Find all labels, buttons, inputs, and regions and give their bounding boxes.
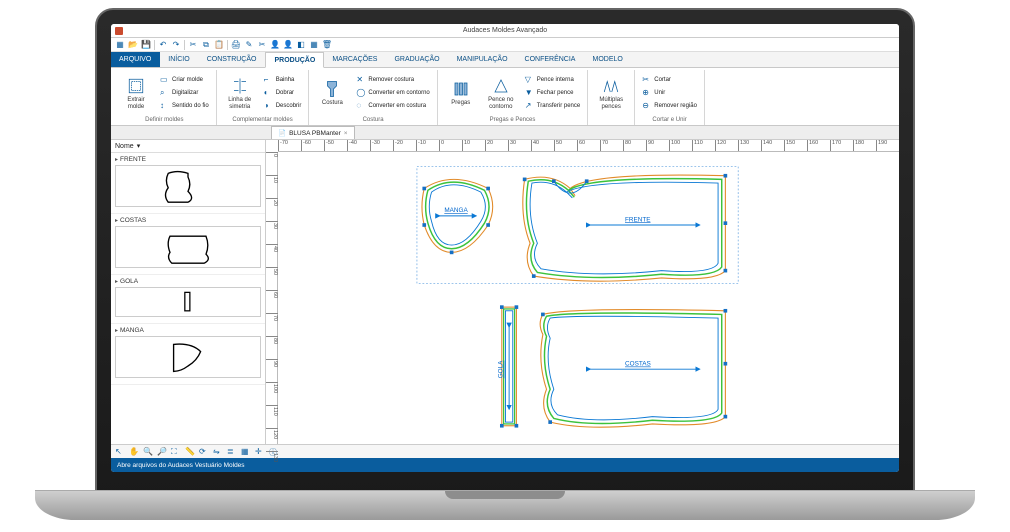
- svg-text:FRENTE: FRENTE: [625, 216, 651, 223]
- unir-button[interactable]: ⊕Unir: [640, 87, 699, 99]
- svg-text:GOLA: GOLA: [498, 360, 505, 378]
- status-text: Abre arquivos do Audaces Vestuário Molde…: [117, 462, 245, 469]
- undo-icon[interactable]: ↶: [158, 40, 168, 50]
- thumb-frente[interactable]: FRENTE: [111, 153, 265, 214]
- ruler-vertical: 0102030405060708090100110120130: [266, 152, 278, 444]
- tool2-icon[interactable]: ✂: [257, 40, 267, 50]
- tab-producao[interactable]: PRODUÇÃO: [265, 52, 324, 68]
- zoom-in-icon[interactable]: 🔍: [143, 447, 153, 457]
- tab-modelo[interactable]: MODELO: [584, 52, 631, 67]
- cortar-button[interactable]: ✂Cortar: [640, 74, 699, 86]
- pence-contorno-button[interactable]: Pence no contorno: [483, 70, 519, 116]
- chevron-down-icon: ▾: [137, 142, 141, 150]
- tab-inicio[interactable]: INÍCIO: [160, 52, 198, 67]
- tab-graduacao[interactable]: GRADUAÇÃO: [386, 52, 448, 67]
- cut-icon[interactable]: ✂: [188, 40, 198, 50]
- multi-dart-icon: [602, 76, 620, 96]
- window-title: Audaces Moldes Avançado: [463, 27, 547, 34]
- remover-regiao-button[interactable]: ⊖Remover região: [640, 100, 699, 112]
- measure-icon[interactable]: 📏: [185, 447, 195, 457]
- svg-text:MANGA: MANGA: [444, 207, 468, 214]
- sentido-fio-button[interactable]: ↕Sentido do fio: [158, 100, 211, 112]
- paste-icon[interactable]: 📋: [214, 40, 224, 50]
- snap-icon[interactable]: ✛: [255, 447, 265, 457]
- copy-icon[interactable]: ⧉: [201, 40, 211, 50]
- side-panel-header[interactable]: Nome▾: [111, 140, 265, 153]
- laptop-base: [35, 490, 975, 520]
- zoom-out-icon[interactable]: 🔎: [157, 447, 167, 457]
- svg-text:COSTAS: COSTAS: [625, 361, 651, 368]
- seam-icon: [323, 79, 341, 99]
- extrair-molde-button[interactable]: Extrair molde: [118, 70, 154, 116]
- delete-icon[interactable]: 🗑: [322, 40, 332, 50]
- print-icon[interactable]: 🖨: [231, 40, 241, 50]
- transferir-pence-button[interactable]: ↗Transferir pence: [523, 100, 582, 112]
- fechar-pence-button[interactable]: ▼Fechar pence: [523, 87, 582, 99]
- piece-frente[interactable]: FRENTE: [523, 174, 727, 281]
- status-bar: Abre arquivos do Audaces Vestuário Molde…: [111, 458, 899, 472]
- document-tabs: 📄 BLUSA PBManter ×: [111, 126, 899, 140]
- app-icon: [115, 27, 123, 35]
- piece-gola[interactable]: GOLA: [498, 305, 519, 427]
- piece-manga[interactable]: MANGA: [422, 179, 493, 254]
- descobrir-button[interactable]: ◑Descobrir: [262, 100, 304, 112]
- mirror-icon[interactable]: ⇋: [213, 447, 223, 457]
- ribbon-tabs: ARQUIVO INÍCIO CONSTRUÇÃO PRODUÇÃO MARCA…: [111, 52, 899, 68]
- costura-button[interactable]: Costura: [314, 70, 350, 116]
- fit-icon[interactable]: ⛶: [171, 447, 181, 457]
- converter-costura-button[interactable]: ◌Converter em costura: [354, 100, 431, 112]
- bottom-toolbar: ↖ ✋ 🔍 🔎 ⛶ 📏 ⟳ ⇋ ≣ ▦ ✛ ⓘ: [111, 444, 899, 458]
- pleats-icon: [452, 79, 470, 99]
- open-icon[interactable]: 📂: [128, 40, 138, 50]
- thumb-costas[interactable]: COSTAS: [111, 214, 265, 275]
- pence-interna-button[interactable]: ▽Pence interna: [523, 74, 582, 86]
- thumb-manga[interactable]: MANGA: [111, 324, 265, 385]
- bainha-button[interactable]: ⌐Bainha: [262, 74, 304, 86]
- tab-manipulacao[interactable]: MANIPULAÇÃO: [449, 52, 517, 67]
- person2-icon[interactable]: 👤: [283, 40, 293, 50]
- side-panel: Nome▾ FRENTE COSTAS GOLA MANGA: [111, 140, 266, 444]
- piece-costas[interactable]: COSTAS: [540, 309, 727, 427]
- tab-file[interactable]: ARQUIVO: [111, 52, 160, 67]
- quick-access-toolbar: ▦ 📂 💾 ↶ ↷ ✂ ⧉ 📋 🖨 ✎ ✂ 👤 👤 ◧ ▦ 🗑: [111, 38, 899, 52]
- grid-icon[interactable]: ▦: [309, 40, 319, 50]
- tab-conferencia[interactable]: CONFERÊNCIA: [517, 52, 585, 67]
- thumb-gola[interactable]: GOLA: [111, 275, 265, 324]
- converter-contorno-button[interactable]: ◯Converter em contorno: [354, 87, 431, 99]
- pregas-button[interactable]: Pregas: [443, 70, 479, 116]
- rotate-icon[interactable]: ⟳: [199, 447, 209, 457]
- dobrar-button[interactable]: ◐Dobrar: [262, 87, 304, 99]
- grid-icon[interactable]: ▦: [241, 447, 251, 457]
- close-icon[interactable]: ×: [344, 130, 348, 137]
- dart-icon: [492, 76, 510, 96]
- save-icon[interactable]: 💾: [141, 40, 151, 50]
- multiplas-pences-button[interactable]: Múltiplas pences: [593, 70, 629, 116]
- item-icon[interactable]: ◧: [296, 40, 306, 50]
- tab-construcao[interactable]: CONSTRUÇÃO: [199, 52, 266, 67]
- canvas[interactable]: MANGA: [278, 152, 899, 444]
- person-icon[interactable]: 👤: [270, 40, 280, 50]
- ruler-horizontal: -70-60-50-40-30-20-100102030405060708090…: [278, 140, 899, 152]
- redo-icon[interactable]: ↷: [171, 40, 181, 50]
- doc-icon: 📄: [278, 129, 286, 137]
- document-tab[interactable]: 📄 BLUSA PBManter ×: [271, 126, 355, 139]
- digitalizar-button[interactable]: ⌕Digitalizar: [158, 87, 211, 99]
- symmetry-icon: [231, 76, 249, 96]
- hand-icon[interactable]: ✋: [129, 447, 139, 457]
- window-titlebar: Audaces Moldes Avançado: [111, 24, 899, 38]
- linha-simetria-button[interactable]: Linha de simetria: [222, 70, 258, 116]
- remover-costura-button[interactable]: ✕Remover costura: [354, 74, 431, 86]
- new-icon[interactable]: ▦: [115, 40, 125, 50]
- layers-icon[interactable]: ≣: [227, 447, 237, 457]
- group-label: Definir moldes: [118, 116, 211, 125]
- ribbon: Extrair molde ▭Criar molde ⌕Digitalizar …: [111, 68, 899, 126]
- tool-icon[interactable]: ✎: [244, 40, 254, 50]
- tab-marcacoes[interactable]: MARCAÇÕES: [324, 52, 386, 67]
- criar-molde-button[interactable]: ▭Criar molde: [158, 74, 211, 86]
- extract-icon: [127, 76, 145, 96]
- pointer-icon[interactable]: ↖: [115, 447, 125, 457]
